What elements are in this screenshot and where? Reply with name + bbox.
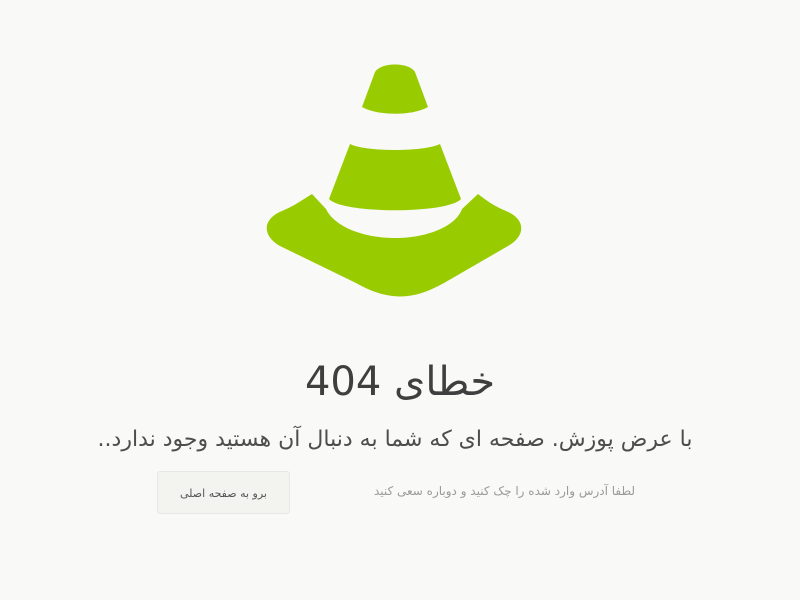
go-home-button[interactable]: برو به صفحه اصلی [157, 471, 290, 514]
illustration-area [0, 0, 800, 310]
error-title: خطای 404 [304, 359, 496, 405]
action-row: برو به صفحه اصلی لطفا آدرس وارد شده را چ… [157, 471, 647, 515]
hint-text: لطفا آدرس وارد شده را چک کنید و دوباره س… [373, 484, 635, 498]
cone-middle-band [329, 144, 461, 211]
error-subtitle: با عرض پوزش. صفحه ای که شما به دنبال آن … [97, 427, 693, 452]
cone-tip [362, 64, 428, 114]
traffic-cone-icon [266, 64, 522, 297]
